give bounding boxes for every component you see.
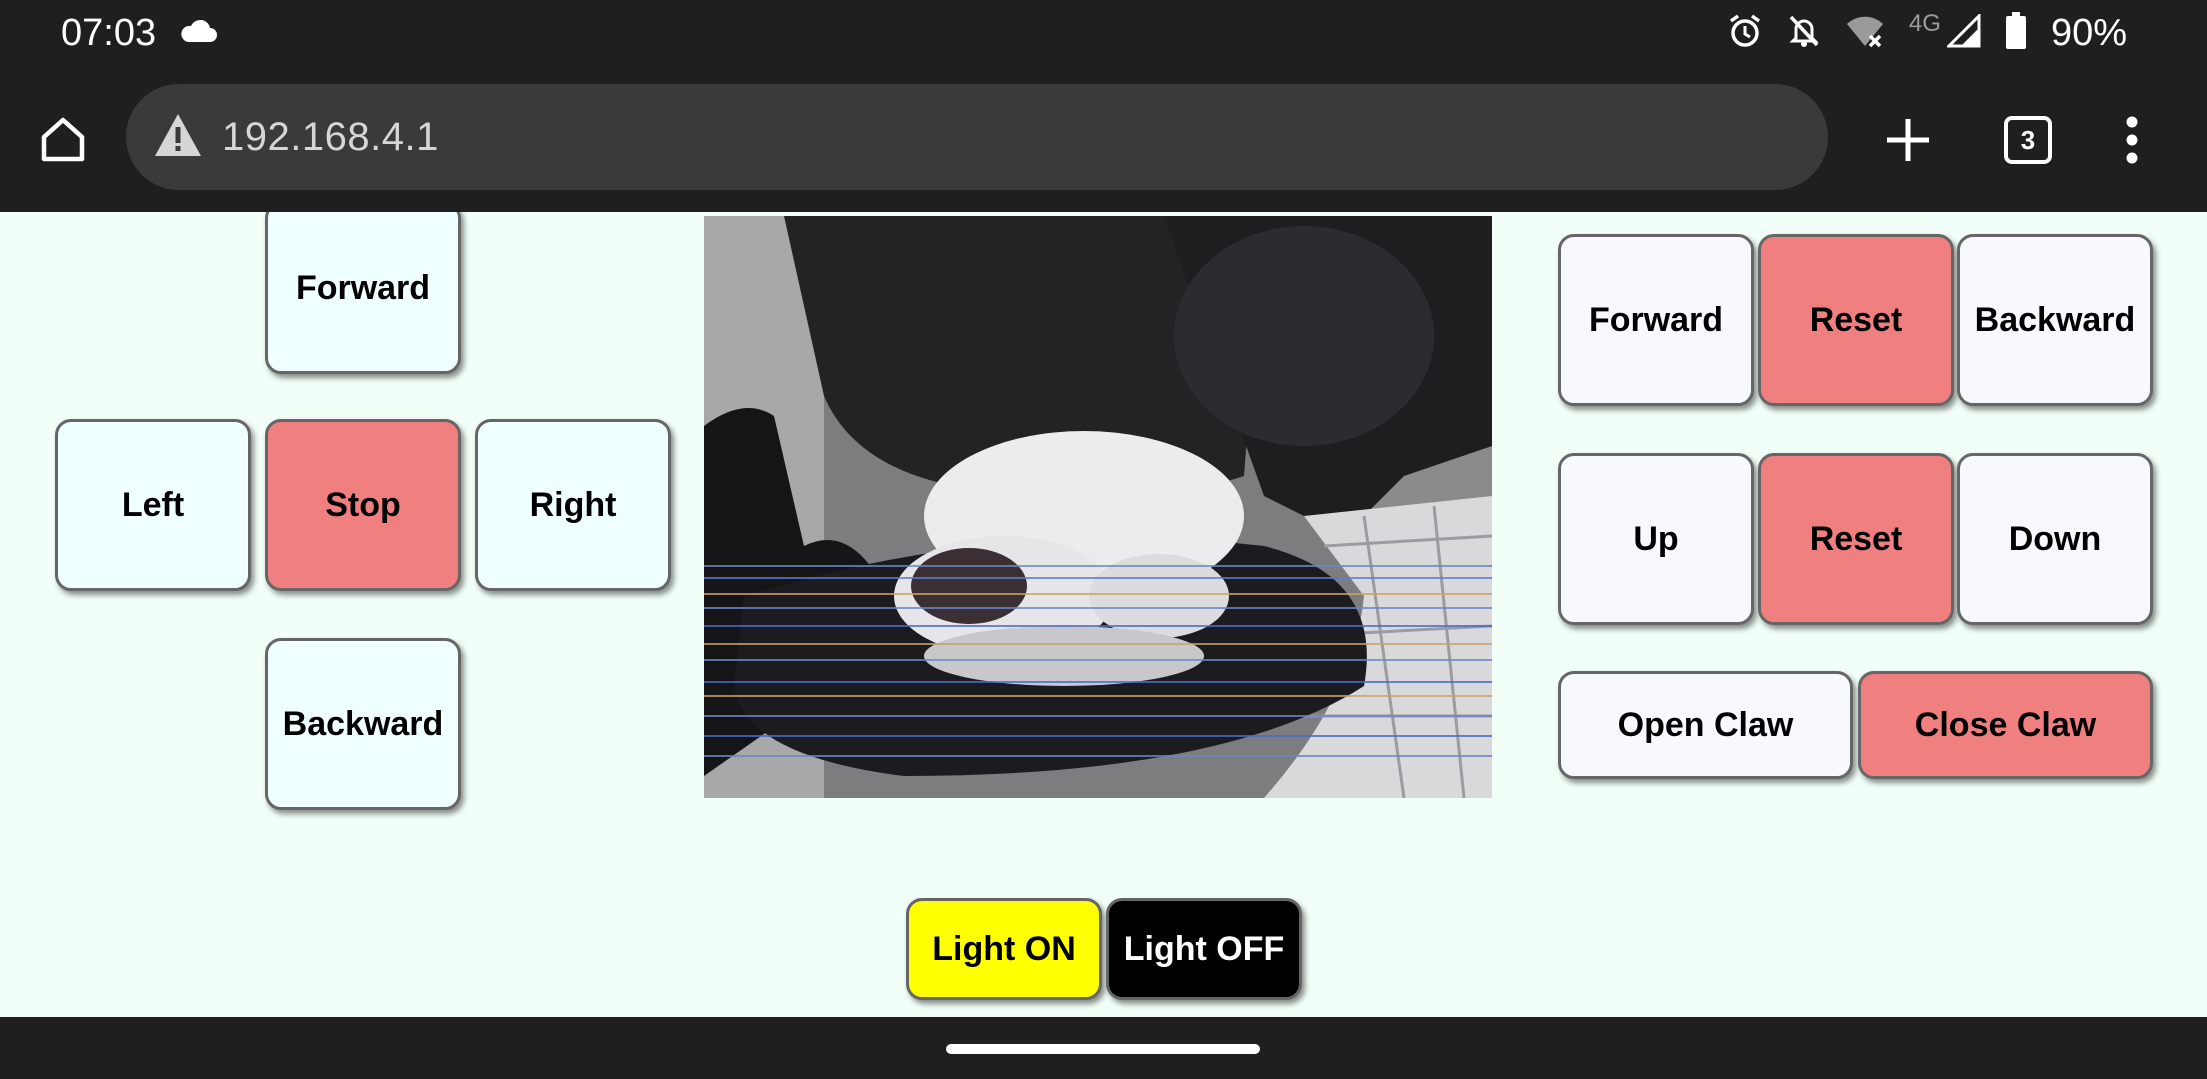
web-page: Forward Left Stop Right Backward Forward… (0, 212, 2207, 1017)
alarm-icon (1727, 13, 1763, 54)
status-bar: 07:03 4G 90% (0, 0, 2207, 66)
drive-left-button[interactable]: Left (55, 419, 251, 591)
network-type: 4G (1908, 10, 1941, 37)
cloud-icon (178, 16, 218, 46)
wifi-off-icon (1845, 14, 1885, 53)
arm-up-button[interactable]: Up (1558, 453, 1754, 625)
arm-forward-button[interactable]: Forward (1558, 234, 1754, 406)
drive-forward-button[interactable]: Forward (265, 212, 461, 374)
arm-down-button[interactable]: Down (1957, 453, 2153, 625)
light-on-button[interactable]: Light ON (906, 898, 1102, 1000)
status-time: 07:03 (61, 12, 157, 54)
drive-stop-button[interactable]: Stop (265, 419, 461, 591)
plus-icon[interactable] (1876, 108, 1940, 172)
warning-icon[interactable] (154, 112, 202, 163)
system-nav-bar (0, 1017, 2207, 1079)
home-icon[interactable] (32, 108, 94, 170)
camera-feed (704, 216, 1492, 798)
status-icons: 4G 90% (1727, 9, 2127, 57)
drive-backward-button[interactable]: Backward (265, 638, 461, 810)
browser-toolbar: 192.168.4.1 3 (0, 66, 2207, 212)
tab-count: 3 (2020, 124, 2036, 155)
battery-percent: 90% (2050, 12, 2127, 54)
light-off-button[interactable]: Light OFF (1106, 898, 1302, 1000)
signal-icon (1945, 11, 1981, 53)
close-claw-button[interactable]: Close Claw (1858, 671, 2153, 779)
more-vert-icon[interactable] (2110, 108, 2154, 172)
gesture-handle[interactable] (946, 1044, 1260, 1054)
url-text[interactable]: 192.168.4.1 (222, 113, 439, 161)
arm-reset-button-2[interactable]: Reset (1758, 453, 1954, 625)
arm-backward-button[interactable]: Backward (1957, 234, 2153, 406)
address-bar[interactable]: 192.168.4.1 (126, 84, 1828, 190)
tabs-icon[interactable]: 3 (2004, 116, 2052, 164)
notifications-off-icon (1787, 13, 1821, 54)
drive-right-button[interactable]: Right (475, 419, 671, 591)
battery-icon (2005, 11, 2027, 55)
open-claw-button[interactable]: Open Claw (1558, 671, 1853, 779)
arm-reset-button-1[interactable]: Reset (1758, 234, 1954, 406)
